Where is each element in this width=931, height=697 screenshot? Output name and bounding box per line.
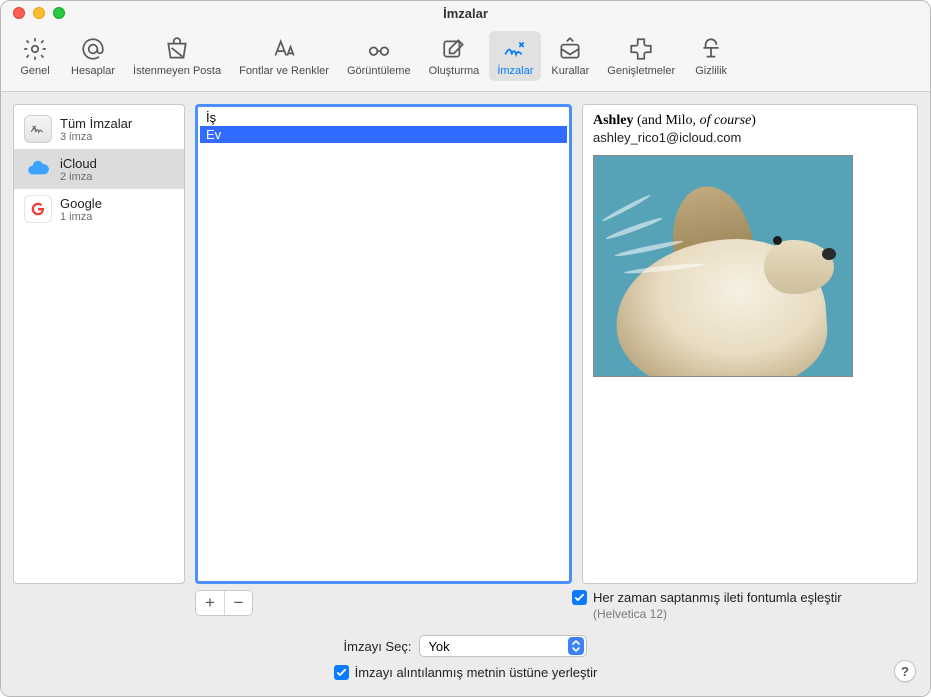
preview-paren-start: (and Milo, [633,113,699,128]
toolbar-label: Hesaplar [71,65,115,77]
choose-signature-label: İmzayı Seç: [344,639,412,654]
account-sub: 3 imza [60,131,132,143]
preferences-toolbar: Genel Hesaplar İstenmeyen Posta Fontlar … [1,25,930,92]
toolbar-fonts[interactable]: Fontlar ve Renkler [231,31,337,81]
window-title: İmzalar [11,6,920,21]
font-match-option: Her zaman saptanmış ileti fontumla eşleş… [572,590,918,621]
select-arrows-icon [568,637,584,655]
checkbox-checked-icon [334,665,349,680]
add-signature-button[interactable]: + [196,591,224,615]
accounts-list: Tüm İmzalar 3 imza iCloud 2 imza [13,104,185,584]
toolbar-label: Genel [20,65,49,77]
account-row-icloud[interactable]: iCloud 2 imza [14,149,184,189]
minimize-window-button[interactable] [33,7,45,19]
account-name: Tüm İmzalar [60,116,132,131]
preview-name-line: Ashley (and Milo, of course) [593,113,907,129]
toolbar-junk[interactable]: İstenmeyen Posta [125,31,229,81]
google-icon [24,195,52,223]
all-signatures-icon [24,115,52,143]
signature-icon [501,35,529,63]
account-sub: 1 imza [60,211,102,223]
font-annotation: (Helvetica 12) [593,607,916,621]
preview-name: Ashley [593,113,633,128]
content-area: Tüm İmzalar 3 imza iCloud 2 imza [1,92,930,696]
choose-signature-select[interactable]: Yok [419,635,587,657]
toolbar-label: Görüntüleme [347,65,411,77]
minus-icon: − [234,593,244,613]
toolbar-label: Oluşturma [429,65,480,77]
above-quoted-label: İmzayı alıntılanmış metnin üstüne yerleş… [355,665,598,680]
titlebar: İmzalar [1,1,930,25]
fonts-icon [270,35,298,63]
match-font-checkbox-row[interactable]: Her zaman saptanmış ileti fontumla eşleş… [572,590,916,605]
signature-preview[interactable]: Ashley (and Milo, of course) ashley_rico… [582,104,918,584]
select-value: Yok [428,639,449,654]
account-name: Google [60,196,102,211]
under-lists-row: + − Her zaman saptanmış ileti fontumla e… [1,584,930,621]
toolbar-signatures[interactable]: İmzalar [489,31,541,81]
match-font-label: Her zaman saptanmış ileti fontumla eşleş… [593,590,842,605]
window-controls [13,7,65,19]
help-button[interactable]: ? [894,660,916,682]
bottom-bar: İmzayı Seç: Yok İmzayı alıntılanmış metn… [1,621,930,696]
glasses-icon [365,35,393,63]
icloud-icon [24,155,52,183]
toolbar-label: Fontlar ve Renkler [239,65,329,77]
choose-signature-row: İmzayı Seç: Yok [344,635,588,657]
toolbar-label: Kurallar [551,65,589,77]
help-icon: ? [901,664,909,679]
zoom-window-button[interactable] [53,7,65,19]
toolbar-viewing[interactable]: Görüntüleme [339,31,419,81]
preview-paren-end: ) [751,113,756,128]
toolbar-label: Genişletmeler [607,65,675,77]
extensions-icon [627,35,655,63]
close-window-button[interactable] [13,7,25,19]
checkbox-checked-icon [572,590,587,605]
at-icon [79,35,107,63]
toolbar-label: Gizlilik [695,65,727,77]
toolbar-accounts[interactable]: Hesaplar [63,31,123,81]
toolbar-privacy[interactable]: Gizlilik [685,31,737,81]
compose-icon [440,35,468,63]
preview-italic: of course [700,113,752,128]
toolbar-general[interactable]: Genel [9,31,61,81]
signature-list[interactable]: İş Ev [195,104,572,584]
remove-signature-button[interactable]: − [224,591,252,615]
add-remove-controls: + − [195,590,253,616]
account-name: iCloud [60,156,97,171]
privacy-icon [697,35,725,63]
junk-icon [163,35,191,63]
account-sub: 2 imza [60,171,97,183]
main-panels: Tüm İmzalar 3 imza iCloud 2 imza [1,92,930,584]
signature-item[interactable]: Ev [200,126,567,143]
gear-icon [21,35,49,63]
account-row-all-signatures[interactable]: Tüm İmzalar 3 imza [14,109,184,149]
toolbar-label: İstenmeyen Posta [133,65,221,77]
preferences-window: İmzalar Genel Hesaplar İstenmeyen Posta [0,0,931,697]
rules-icon [556,35,584,63]
toolbar-label: İmzalar [497,65,533,77]
account-row-google[interactable]: Google 1 imza [14,189,184,229]
toolbar-rules[interactable]: Kurallar [543,31,597,81]
toolbar-compose[interactable]: Oluşturma [421,31,488,81]
preview-photo [593,155,853,377]
toolbar-extensions[interactable]: Genişletmeler [599,31,683,81]
above-quoted-checkbox-row[interactable]: İmzayı alıntılanmış metnin üstüne yerleş… [334,665,598,680]
preview-email: ashley_rico1@icloud.com [593,130,907,145]
signature-item[interactable]: İş [200,109,567,126]
plus-icon: + [205,593,215,613]
